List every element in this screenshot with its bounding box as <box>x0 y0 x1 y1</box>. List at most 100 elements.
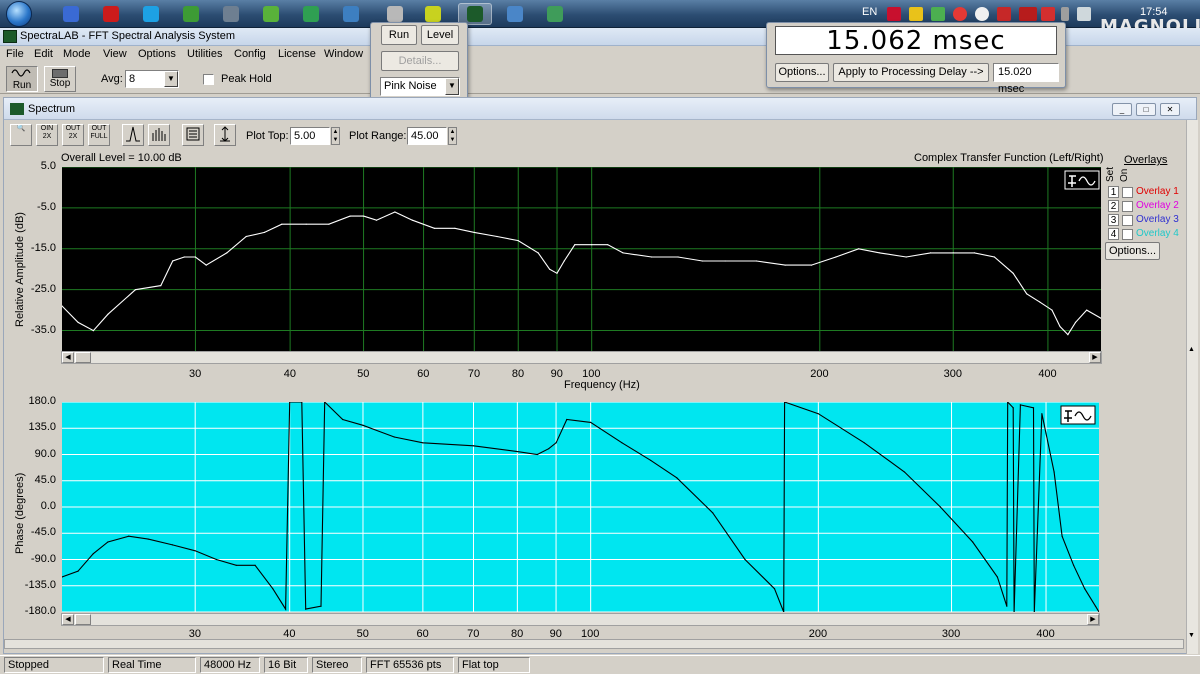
overlay-set-label: Set <box>1105 166 1116 182</box>
notify-icon[interactable] <box>997 7 1011 21</box>
phase-data-point <box>972 541 974 543</box>
ati-icon[interactable] <box>1019 7 1037 21</box>
scroll-left-icon[interactable]: ◀ <box>62 352 74 363</box>
phase-data-point <box>516 451 518 453</box>
update-icon[interactable] <box>975 7 989 21</box>
signal-select[interactable]: Pink Noise ▼ <box>380 77 460 96</box>
amplitude-x-tick-label: 200 <box>810 368 829 380</box>
menu-mode[interactable]: Mode <box>63 48 91 60</box>
plot-range-spinner[interactable]: ▲ ▼ <box>448 127 457 145</box>
scroll-thumb[interactable] <box>75 352 91 363</box>
amplitude-data-point <box>724 260 726 262</box>
flag-alert-icon[interactable] <box>1041 7 1055 21</box>
battery-icon[interactable] <box>1061 7 1069 21</box>
plot-top-spinner[interactable]: ▲ ▼ <box>331 127 340 145</box>
start-button[interactable] <box>6 1 32 27</box>
avg-select[interactable]: 8 ▼ <box>125 70 179 88</box>
menu-view[interactable]: View <box>103 48 127 60</box>
overlay-checkbox-1[interactable] <box>1122 187 1133 198</box>
monitor-app-button[interactable] <box>498 3 532 25</box>
zoom-in-2x-icon[interactable]: OIN 2X <box>36 124 58 146</box>
list-view-icon[interactable] <box>182 124 204 146</box>
overlay-set-1[interactable]: 1 <box>1108 186 1119 198</box>
chevron-down-icon[interactable]: ▼ <box>445 78 459 95</box>
menu-license[interactable]: License <box>278 48 316 60</box>
maximize-icon[interactable]: □ <box>1136 103 1156 116</box>
peak-hold-checkbox[interactable] <box>203 74 214 85</box>
phase-y-tick-label: -90.0 <box>30 552 56 565</box>
save-app-button[interactable] <box>54 3 88 25</box>
phase-data-point <box>548 448 550 450</box>
apply-delay-button[interactable]: Apply to Processing Delay --> <box>833 63 989 82</box>
sine-wave-icon <box>11 69 31 77</box>
scroll-thumb[interactable] <box>75 614 91 625</box>
overlay-checkbox-3[interactable] <box>1122 215 1133 226</box>
delay-value-field[interactable]: 15.020 msec <box>993 63 1059 95</box>
generator-run-button[interactable]: Run <box>381 25 417 45</box>
phase-data-point <box>285 608 287 610</box>
scale-icon[interactable] <box>214 124 236 146</box>
menu-file[interactable]: File <box>6 48 24 60</box>
chevron-down-icon[interactable]: ▼ <box>164 71 178 87</box>
zoom-icon[interactable]: 🔍 <box>10 124 32 146</box>
amplitude-scrollbar[interactable]: ◀ ▶ <box>61 351 1102 364</box>
window-horizontal-scrollbar[interactable] <box>4 639 1184 649</box>
display-app-button[interactable] <box>538 3 572 25</box>
run-button[interactable]: Run <box>6 66 38 92</box>
phase-scrollbar[interactable]: ◀ ▶ <box>61 613 1100 626</box>
volume-icon[interactable] <box>1077 7 1091 21</box>
generator-details-button[interactable]: Details... <box>381 51 459 71</box>
media-app-button[interactable] <box>254 3 288 25</box>
menu-options[interactable]: Options <box>138 48 176 60</box>
plot-top-input[interactable]: 5.00 <box>290 127 330 145</box>
peak-marker-icon[interactable] <box>122 124 144 146</box>
phase-data-point <box>817 413 819 415</box>
flag-icon[interactable] <box>887 7 901 21</box>
overlay-set-2[interactable]: 2 <box>1108 200 1119 212</box>
scroll-right-icon[interactable]: ▶ <box>1087 614 1099 625</box>
overlay-options-button[interactable]: Options... <box>1105 242 1160 260</box>
phase-data-point <box>1084 588 1086 590</box>
peak-hold-label: Peak Hold <box>221 73 272 85</box>
scroll-up-icon[interactable]: ▲ <box>1188 346 1195 353</box>
generator-level-button[interactable]: Level <box>421 25 459 45</box>
amplitude-data-point <box>281 223 283 225</box>
phase-chart[interactable] <box>62 402 1099 612</box>
overlay-set-4[interactable]: 4 <box>1108 228 1119 240</box>
plot-range-input[interactable]: 45.00 <box>407 127 447 145</box>
scroll-left-icon[interactable]: ◀ <box>62 614 74 625</box>
opera-app-button[interactable] <box>94 3 128 25</box>
amplitude-data-point <box>394 211 396 213</box>
wordpress-app-button[interactable] <box>294 3 328 25</box>
delay-options-button[interactable]: Options... <box>775 63 829 82</box>
network-icon[interactable] <box>931 7 945 21</box>
zoom-out-full-icon[interactable]: OUT FULL <box>88 124 110 146</box>
scroll-right-icon[interactable]: ▶ <box>1089 352 1101 363</box>
zoom-out-2x-icon[interactable]: OUT 2X <box>62 124 84 146</box>
spectralab-level-app-icon <box>425 6 441 22</box>
bars-view-icon[interactable] <box>148 124 170 146</box>
stop-button[interactable]: Stop <box>44 66 76 92</box>
tool-app-icon <box>223 6 239 22</box>
menu-config[interactable]: Config <box>234 48 266 60</box>
amplitude-chart[interactable] <box>62 167 1101 351</box>
close-icon[interactable]: ✕ <box>1160 103 1180 116</box>
scroll-down-icon[interactable]: ▼ <box>1188 632 1195 639</box>
overlay-checkbox-4[interactable] <box>1122 229 1133 240</box>
overlay-checkbox-2[interactable] <box>1122 201 1133 212</box>
people-icon[interactable] <box>909 7 923 21</box>
menu-edit[interactable]: Edit <box>34 48 53 60</box>
amplitude-data-point <box>835 256 837 258</box>
language-indicator[interactable]: EN <box>862 6 877 18</box>
ie-app-button[interactable] <box>334 3 368 25</box>
browser-app-button[interactable] <box>174 3 208 25</box>
skype-app-button[interactable] <box>134 3 168 25</box>
overlay-set-3[interactable]: 3 <box>1108 214 1119 226</box>
menu-window[interactable]: Window <box>324 48 363 60</box>
menu-utilities[interactable]: Utilities <box>187 48 222 60</box>
window-vertical-scrollbar[interactable]: ▲ ▼ <box>1186 120 1198 654</box>
minimize-icon[interactable]: _ <box>1112 103 1132 116</box>
phase-data-point <box>147 538 149 540</box>
antivirus-icon[interactable] <box>953 7 967 21</box>
tool-app-button[interactable] <box>214 3 248 25</box>
